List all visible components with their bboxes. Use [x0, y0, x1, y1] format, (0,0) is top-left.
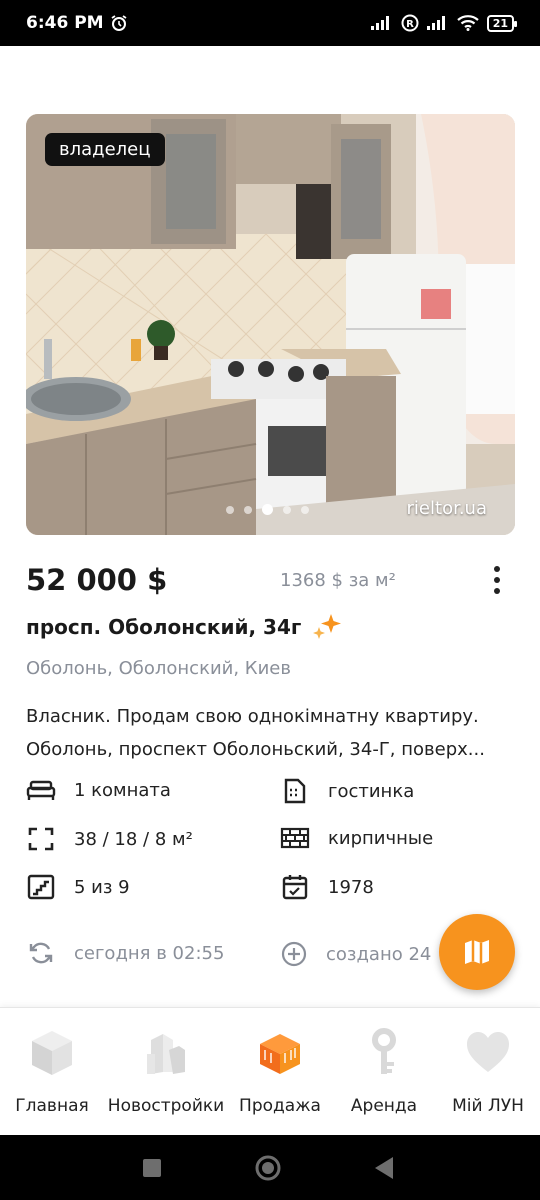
status-bar: 6:46 PM R 21: [0, 0, 540, 46]
price-per-m2: 1368 $ за м²: [280, 569, 396, 591]
bed-icon: [26, 780, 56, 800]
roaming-icon: R: [401, 14, 419, 32]
status-time: 6:46 PM: [26, 13, 104, 33]
address-text: просп. Оболонский, 34г: [26, 615, 302, 639]
photo-dot[interactable]: [283, 505, 291, 514]
back-button[interactable]: [374, 1156, 394, 1184]
alarm-icon: [111, 15, 127, 31]
feature-walls: кирпичные: [280, 826, 433, 850]
map-icon: [465, 940, 489, 964]
plus-circle-icon: [281, 941, 307, 967]
nav-item-sale[interactable]: Продажа: [237, 1028, 323, 1116]
buildings-icon: [147, 1034, 185, 1074]
nav-label-rent: Аренда: [350, 1096, 418, 1116]
kitchen-photo: [26, 114, 515, 535]
header-area: [0, 46, 540, 114]
nav-label-sale: Продажа: [239, 1096, 321, 1116]
feature-type: гостинка: [280, 778, 414, 804]
signal-icon-2: [426, 16, 445, 30]
listing-district: Оболонь, Оболонский, Киев: [26, 658, 291, 679]
nav-item-my-lun[interactable]: Мій ЛУН: [446, 1028, 530, 1116]
feature-walls-text: кирпичные: [328, 827, 434, 849]
feature-year: 1978: [280, 874, 374, 900]
key-icon: [372, 1028, 396, 1074]
square-icon: [143, 1159, 161, 1177]
feature-floor: 5 из 9: [26, 874, 130, 900]
feature-year-text: 1978: [328, 876, 374, 898]
updated-text: сегодня в 02:55: [74, 942, 225, 964]
listing-address[interactable]: просп. Оболонский, 34г: [26, 612, 343, 642]
owner-badge: владелец: [45, 133, 165, 166]
listing-description[interactable]: Власник. Продам свою однокімнатну кварти…: [26, 700, 516, 766]
recents-button[interactable]: [142, 1158, 162, 1182]
signal-icon: [370, 16, 389, 30]
listing-photo[interactable]: владелец rieltor.ua: [26, 114, 515, 535]
feature-rooms-text: 1 комната: [74, 779, 171, 801]
refresh-icon: [29, 942, 53, 964]
bottom-navigation: Главная Новостройки Продажа Аренда Мій Л…: [0, 1007, 540, 1135]
more-options-icon[interactable]: [487, 564, 507, 596]
feature-type-text: гостинка: [328, 780, 415, 802]
status-icons: R 21: [370, 14, 518, 32]
feature-floor-text: 5 из 9: [74, 876, 130, 898]
feature-area: 38 / 18 / 8 м²: [26, 826, 193, 852]
nav-item-rent[interactable]: Аренда: [348, 1028, 420, 1116]
brick-icon: [280, 827, 310, 849]
nav-label-new-buildings: Новостройки: [107, 1096, 225, 1116]
battery-icon: 21: [486, 14, 518, 32]
created-info: создано 24: [280, 940, 431, 968]
photo-dot[interactable]: [301, 505, 309, 514]
photo-dot[interactable]: [244, 505, 252, 514]
sale-building-icon: [260, 1034, 300, 1074]
home-button[interactable]: [254, 1154, 282, 1186]
svg-text:R: R: [406, 19, 414, 30]
triangle-back-icon: [375, 1157, 393, 1179]
nav-label-home: Главная: [15, 1096, 89, 1116]
created-text: создано 24: [326, 943, 432, 965]
nav-item-home[interactable]: Главная: [14, 1028, 90, 1116]
area-icon: [28, 827, 54, 851]
nav-label-my-lun: Мій ЛУН: [452, 1096, 524, 1116]
circle-icon: [255, 1155, 281, 1181]
document-icon: [284, 778, 306, 804]
wifi-icon: [456, 15, 479, 31]
calendar-icon: [282, 875, 308, 900]
status-time-group: 6:46 PM: [26, 13, 128, 33]
price-row: 52 000 $ 1368 $ за м²: [26, 560, 515, 600]
feature-area-text: 38 / 18 / 8 м²: [74, 828, 193, 850]
sparkle-icon: [313, 614, 342, 639]
photo-dot-active[interactable]: [262, 504, 273, 515]
heart-icon: [467, 1032, 509, 1072]
system-navigation-bar: [0, 1135, 540, 1200]
feature-rooms: 1 комната: [26, 778, 171, 802]
map-button[interactable]: [439, 914, 515, 990]
stairs-icon: [27, 874, 55, 900]
photo-pagination: [226, 504, 309, 515]
updated-info: сегодня в 02:55: [26, 940, 224, 966]
price: 52 000 $: [26, 563, 168, 597]
photo-watermark: rieltor.ua: [406, 498, 487, 519]
photo-dot[interactable]: [226, 505, 234, 514]
nav-item-new-buildings[interactable]: Новостройки: [104, 1028, 228, 1116]
cube-icon: [32, 1031, 72, 1075]
